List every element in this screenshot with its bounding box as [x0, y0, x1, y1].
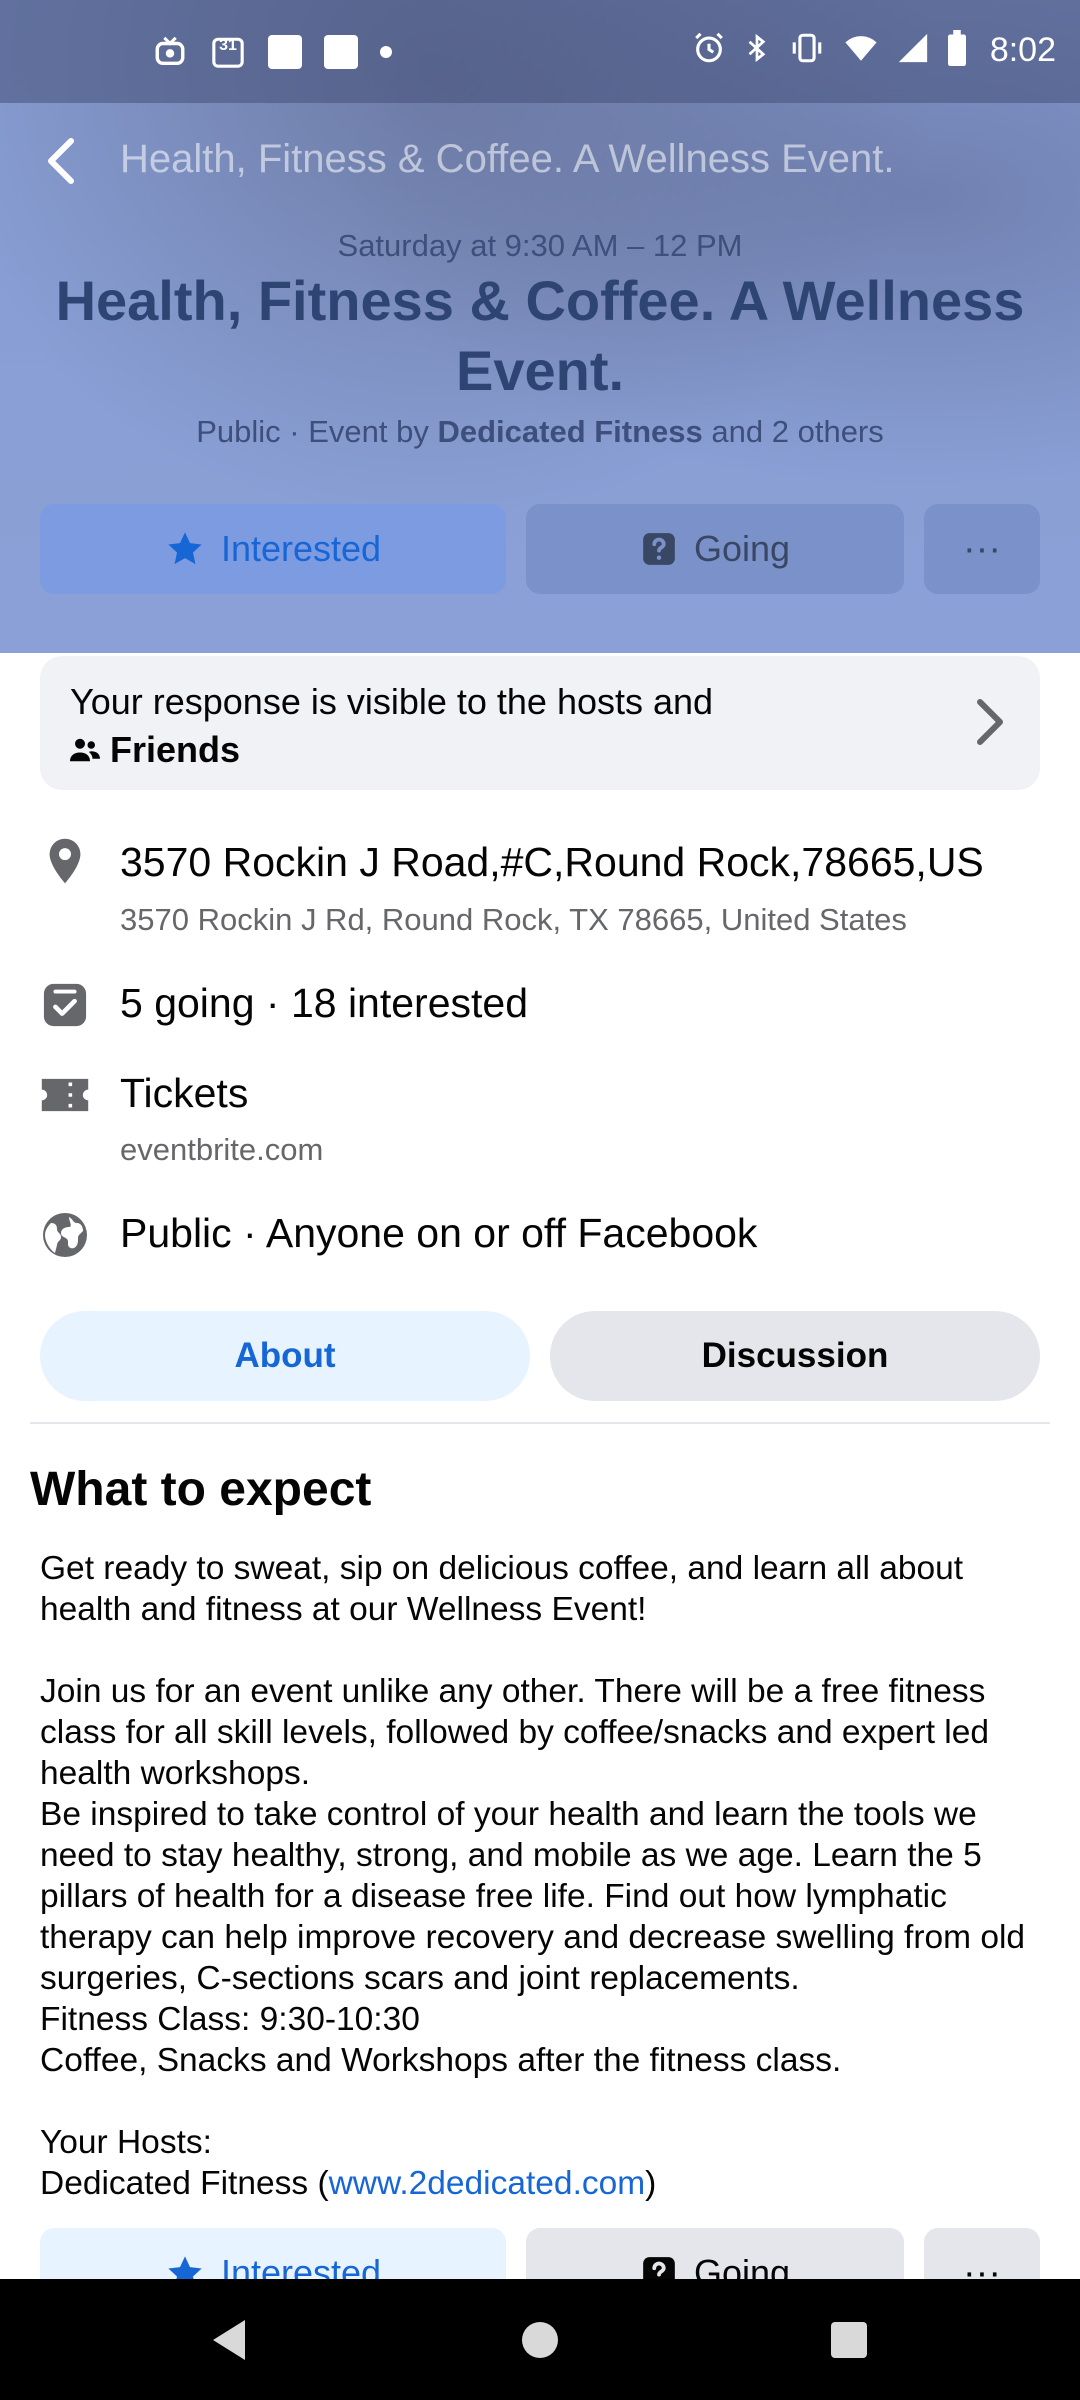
calendar-icon: 31	[210, 34, 246, 70]
event-host-link[interactable]: Dedicated Fitness	[437, 414, 702, 449]
nav-recents-button[interactable]	[826, 2317, 872, 2363]
event-tabs: About Discussion	[40, 1311, 1040, 1401]
response-visibility-text: Your response is visible to the hosts an…	[70, 681, 714, 722]
address-sub: 3570 Rockin J Rd, Round Rock, TX 78665, …	[120, 902, 907, 937]
location-pin-icon	[40, 836, 90, 886]
star-icon	[168, 532, 202, 565]
event-description: Get ready to sweat, sip on delicious cof…	[40, 1548, 1050, 2204]
back-button[interactable]	[36, 131, 86, 191]
friends-icon	[70, 738, 100, 762]
battery-icon	[946, 30, 968, 71]
interested-button[interactable]: Interested	[40, 504, 506, 594]
response-audience: Friends	[110, 729, 241, 770]
chevron-right-icon	[977, 699, 1003, 745]
attendance-icon	[40, 980, 90, 1030]
details-heading: What to expect	[30, 1463, 372, 1516]
notification-square-icon	[268, 35, 302, 69]
going-question-icon	[643, 533, 675, 565]
vibrate-icon	[788, 31, 826, 70]
event-date: Saturday at 9:30 AM – 12 PM	[337, 228, 743, 263]
interested-label: Interested	[220, 528, 382, 569]
host-line: Dedicated Fitness (www.2dedicated.com)	[40, 2163, 1050, 2204]
event-others-link[interactable]: and 2 others	[711, 414, 883, 449]
status-bar: 31 8:02	[0, 0, 1080, 103]
calendar-day: 31	[219, 37, 237, 54]
tickets-label: Tickets	[120, 1070, 249, 1116]
bluetooth-icon	[742, 31, 772, 70]
more-label: ···	[963, 527, 1001, 570]
location-row[interactable]: 3570 Rockin J Road,#C,Round Rock,78665,U…	[40, 836, 1040, 946]
address-main: 3570 Rockin J Road,#C,Round Rock,78665,U…	[120, 839, 984, 885]
response-visibility-card[interactable]: Your response is visible to the hosts an…	[40, 656, 1040, 790]
tab-about[interactable]: About	[40, 1311, 530, 1401]
host-website-link[interactable]: www.2dedicated.com	[329, 2165, 646, 2202]
description-paragraph: Coffee, Snacks and Workshops after the f…	[40, 2042, 842, 2079]
alarm-icon	[692, 31, 726, 70]
description-paragraph: Get ready to sweat, sip on delicious cof…	[40, 1550, 964, 1628]
host-name: Dedicated Fitness (	[40, 2165, 329, 2202]
signal-icon	[896, 31, 930, 70]
nav-back-icon	[213, 2320, 245, 2360]
description-paragraph: Fitness Class: 9:30-10:30	[40, 2001, 420, 2038]
tickets-site: eventbrite.com	[120, 1132, 324, 1167]
event-meta-prefix: Public · Event by	[196, 414, 429, 449]
notification-square-icon	[324, 35, 358, 69]
going-label: Going	[693, 528, 791, 569]
attendance-text: 5 going · 18 interested	[120, 980, 528, 1026]
nav-recents-icon	[831, 2322, 867, 2358]
wifi-icon	[842, 31, 880, 70]
back-arrow-icon	[47, 138, 74, 184]
clock: 8:02	[989, 31, 1056, 69]
top-app-bar: Health, Fitness & Coffee. A Wellness Eve…	[0, 103, 1080, 213]
nav-home-icon	[522, 2322, 558, 2358]
privacy-text: Public · Anyone on or off Facebook	[120, 1210, 758, 1256]
description-paragraph: Be inspired to take control of your heal…	[40, 1796, 1026, 1997]
host-close: )	[645, 2165, 657, 2202]
hosts-label: Your Hosts:	[40, 2124, 212, 2161]
privacy-row: Public · Anyone on or off Facebook	[40, 1208, 1040, 1262]
event-title: Health, Fitness & Coffee. A Wellness Eve…	[55, 269, 1025, 402]
system-nav-bar	[0, 2279, 1080, 2400]
tv-icon	[152, 34, 188, 70]
going-button[interactable]: Going	[526, 504, 904, 594]
nav-home-button[interactable]	[517, 2317, 563, 2363]
tab-discussion[interactable]: Discussion	[550, 1311, 1040, 1401]
event-cover: 31 8:02 Health, Fitness & Coffee. A Well…	[0, 0, 1080, 653]
nav-back-button[interactable]	[206, 2317, 252, 2363]
globe-icon	[40, 1210, 90, 1260]
tickets-row[interactable]: Tickets eventbrite.com	[40, 1068, 1040, 1178]
event-meta: Public · Event by Dedicated Fitness and …	[0, 414, 1080, 450]
attendance-row[interactable]: 5 going · 18 interested	[40, 978, 1040, 1032]
dot-icon	[380, 46, 392, 58]
ticket-icon	[40, 1070, 90, 1120]
more-button[interactable]: ···	[924, 504, 1040, 594]
description-paragraph: Join us for an event unlike any other. T…	[40, 1673, 990, 1792]
divider	[30, 1422, 1050, 1424]
topbar-title: Health, Fitness & Coffee. A Wellness Eve…	[120, 137, 895, 181]
rsvp-actions: Interested Going ···	[40, 504, 1040, 594]
